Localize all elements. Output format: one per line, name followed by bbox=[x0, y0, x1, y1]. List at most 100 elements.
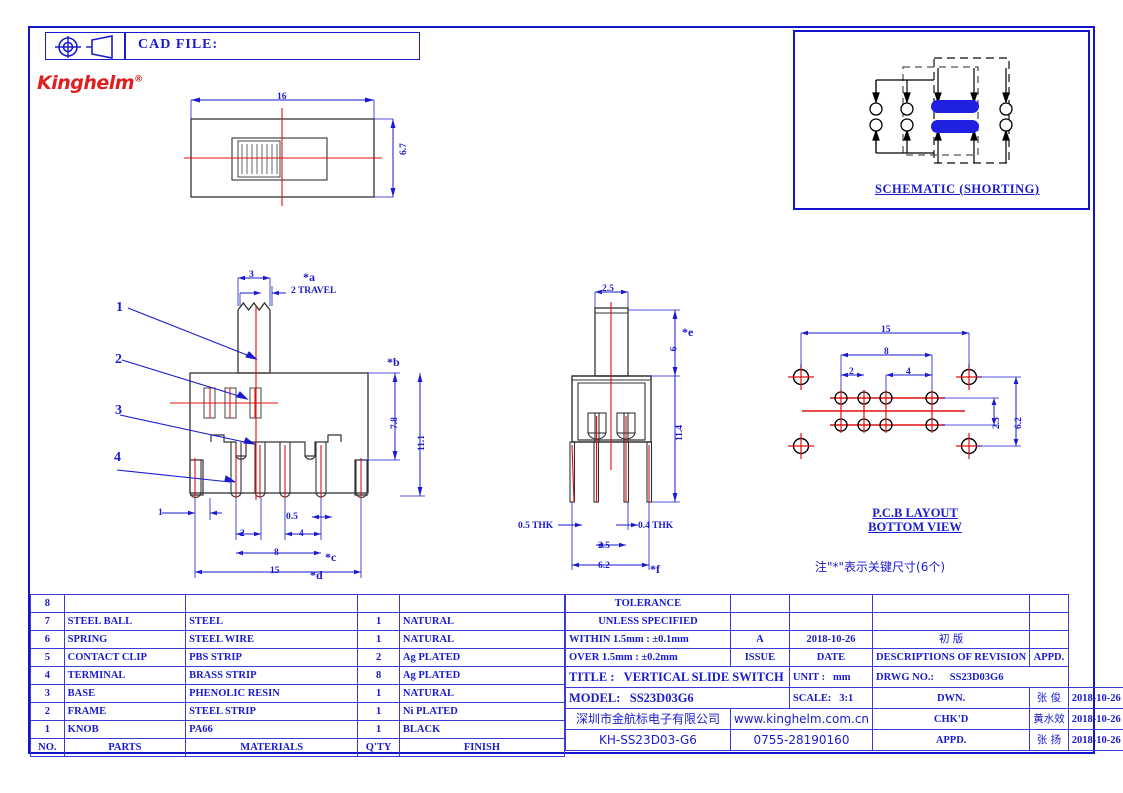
blank-cell bbox=[1029, 594, 1069, 613]
cell-finish: NATURAL bbox=[398, 630, 566, 649]
model-cell: MODEL: SS23D03G6 bbox=[565, 687, 790, 709]
dim-star-a: *a bbox=[303, 270, 315, 284]
col-header-qty: Q'TY bbox=[357, 738, 400, 757]
part-number: KH-SS23D03-G6 bbox=[565, 729, 731, 751]
dim-2: 2 bbox=[240, 529, 245, 539]
dim-11p1: 11.1 bbox=[417, 434, 428, 452]
cell-part: CONTACT CLIP bbox=[63, 648, 187, 667]
tolerance-label-1: TOLERANCE bbox=[565, 594, 731, 613]
dim-pcb-15: 15 bbox=[881, 325, 891, 335]
cell-part: SPRING bbox=[63, 630, 187, 649]
col-header-finish: FINISH bbox=[398, 738, 566, 757]
cell-finish: Ag PLATED bbox=[398, 648, 566, 667]
blank-cell bbox=[1029, 612, 1069, 631]
dim-star-c: *c bbox=[325, 550, 337, 564]
cell-material: STEEL STRIP bbox=[185, 702, 359, 721]
dim-thk-0p4: 0.4 THK bbox=[638, 521, 674, 531]
dim-star-d: *d bbox=[310, 568, 323, 582]
cell-material: BRASS STRIP bbox=[185, 666, 359, 685]
blank-cell bbox=[872, 594, 1031, 613]
signoff-date-appd: 2018-10-26 bbox=[1067, 729, 1123, 751]
tolerance-row-1: TOLERANCE bbox=[565, 594, 1123, 613]
drawing-sheet: CAD FILE: Kinghelm® SCHEMATIC (SHORTING)… bbox=[0, 0, 1123, 793]
pcb-title-line2: BOTTOM VIEW bbox=[868, 520, 962, 534]
drawing-title: TITLE : VERTICAL SLIDE SWITCH bbox=[565, 666, 790, 688]
dim-pcb-8: 8 bbox=[884, 347, 889, 357]
dim-pin-offset-1: 1 bbox=[158, 508, 163, 518]
table-row: 2 FRAME STEEL STRIP 1 Ni PLATED bbox=[30, 702, 566, 721]
dim-star-f: *f bbox=[650, 562, 660, 576]
key-dimension-note: 注"*"表示关键尺寸(6个) bbox=[815, 560, 946, 574]
signoff-date-chkd: 2018-10-26 bbox=[1067, 708, 1123, 730]
issue-date: 2018-10-26 bbox=[788, 630, 874, 649]
cell-qty: 1 bbox=[357, 720, 400, 739]
cell-material: STEEL WIRE bbox=[185, 630, 359, 649]
schematic-title: SCHEMATIC (SHORTING) bbox=[875, 182, 1040, 196]
cell-part: KNOB bbox=[63, 720, 187, 739]
website: www.kinghelm.com.cn bbox=[729, 708, 874, 730]
phone-number: 0755-28190160 bbox=[729, 729, 874, 751]
projection-symbol-box bbox=[45, 32, 125, 60]
dim-front-pin-pitch: 2.5 bbox=[598, 541, 610, 551]
cell-part: BASE bbox=[63, 684, 187, 703]
drwg-no-cell: DRWG NO.: SS23D03G6 bbox=[872, 666, 1069, 688]
cell-no: 8 bbox=[30, 594, 65, 613]
cad-file-label: CAD FILE: bbox=[138, 37, 219, 52]
scale-label: SCALE: bbox=[792, 692, 832, 704]
dim-front-11p4: 11.4 bbox=[675, 424, 686, 442]
tolerance-row-4: OVER 1.5mm : ±0.2mm ISSUE DATE DESCRIPTI… bbox=[565, 648, 1123, 667]
blank-cell bbox=[872, 612, 1031, 631]
table-row: 5 CONTACT CLIP PBS STRIP 2 Ag PLATED bbox=[30, 648, 566, 667]
dim-front-6: 6 bbox=[669, 346, 680, 352]
dim-pcb-2p5: 2.5 bbox=[991, 417, 1002, 429]
logo-text: Kinghelm bbox=[37, 72, 135, 94]
issue-value: A bbox=[729, 630, 790, 649]
col-header-no: NO. bbox=[30, 738, 65, 757]
date-header: DATE bbox=[788, 648, 874, 667]
cell-material: PA66 bbox=[185, 720, 359, 739]
cell-finish: Ag PLATED bbox=[398, 666, 566, 685]
model-row: MODEL: SS23D03G6 SCALE: 3:1 DWN. 张 俊 201… bbox=[565, 687, 1123, 709]
company-name-cn: 深圳市金航标电子有限公司 bbox=[565, 708, 731, 730]
blank-cell bbox=[729, 612, 790, 631]
parts-list-table: 8 7 STEEL BALL STEEL 1 NATURAL 6 SPRING … bbox=[30, 594, 566, 757]
signoff-date-dwn: 2018-10-26 bbox=[1067, 687, 1123, 709]
cell-material: PHENOLIC RESIN bbox=[185, 684, 359, 703]
cell-finish: BLACK bbox=[398, 720, 566, 739]
cell-qty: 1 bbox=[357, 684, 400, 703]
table-header-row: NO. PARTS MATERIALS Q'TY FINISH bbox=[30, 738, 566, 757]
title-value: VERTICAL SLIDE SWITCH bbox=[623, 669, 784, 684]
dim-15: 15 bbox=[270, 566, 280, 576]
cell-finish: NATURAL bbox=[398, 612, 566, 631]
revision-appd bbox=[1029, 630, 1069, 649]
pcb-view-title: P.C.B LAYOUT BOTTOM VIEW bbox=[855, 506, 975, 534]
cell-finish bbox=[398, 594, 566, 613]
partnumber-row: KH-SS23D03-G6 0755-28190160 APPD. 张 扬 20… bbox=[565, 729, 1123, 751]
tolerance-row-2: UNLESS SPECIFIED bbox=[565, 612, 1123, 631]
dim-7p8: 7.8 bbox=[389, 417, 400, 429]
cell-part bbox=[63, 594, 187, 613]
cell-qty: 1 bbox=[357, 612, 400, 631]
blank-cell bbox=[788, 594, 874, 613]
cell-material: PBS STRIP bbox=[185, 648, 359, 667]
side-view-drawing bbox=[116, 275, 425, 578]
table-row: 7 STEEL BALL STEEL 1 NATURAL bbox=[30, 612, 566, 631]
issue-header: ISSUE bbox=[729, 648, 790, 667]
cell-qty bbox=[357, 594, 400, 613]
leader-label-1: 1 bbox=[116, 300, 123, 315]
dim-star-b: *b bbox=[387, 355, 400, 369]
tolerance-row-3: WITHIN 1.5mm : ±0.1mm A 2018-10-26 初 版 bbox=[565, 630, 1123, 649]
signoff-role-dwn: DWN. bbox=[872, 687, 1031, 709]
scale-value: 3:1 bbox=[839, 692, 854, 704]
cell-no: 4 bbox=[30, 666, 65, 685]
kinghelm-logo: Kinghelm® bbox=[37, 72, 143, 94]
cell-material: STEEL bbox=[185, 612, 359, 631]
dim-front-6p2: 6.2 bbox=[598, 561, 610, 571]
dim-star-e: *e bbox=[682, 325, 694, 339]
table-row: 3 BASE PHENOLIC RESIN 1 NATURAL bbox=[30, 684, 566, 703]
dim-thk-0p5: 0.5 THK bbox=[518, 521, 554, 531]
model-value: SS23D03G6 bbox=[629, 690, 694, 705]
drwg-no-value: SS23D03G6 bbox=[949, 671, 1004, 683]
signoff-name-dwn: 张 俊 bbox=[1029, 687, 1069, 709]
cell-material bbox=[185, 594, 359, 613]
